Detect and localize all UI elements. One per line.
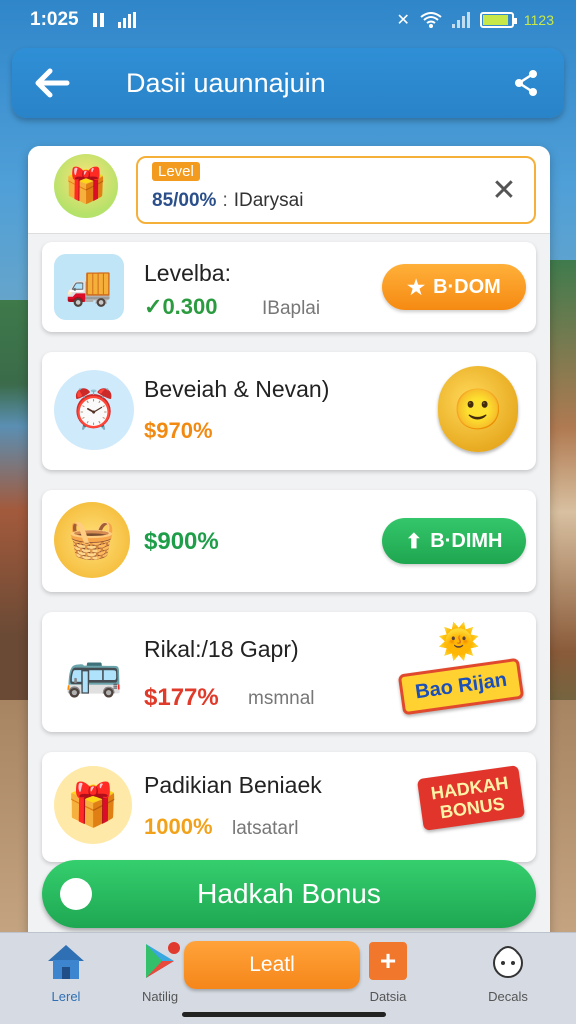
nav-item-decals[interactable]: Decals: [460, 939, 556, 1009]
level-value: 85/00%: [152, 190, 217, 211]
cell-signal-icon: [451, 12, 470, 28]
card-title: Padikian Beniaek: [144, 772, 322, 798]
alarm-clock-icon: ⏰: [54, 370, 134, 450]
center-action-button[interactable]: Leatl: [184, 941, 360, 989]
status-bar: 1:025 ✕ 1123: [0, 0, 576, 40]
nav-item-data[interactable]: + Datsia: [340, 939, 436, 1009]
card-subtext: latsatarl: [232, 818, 299, 839]
claim-button[interactable]: ★ B·DOM: [382, 264, 526, 310]
plus-icon: +: [369, 942, 407, 980]
card-value: $177%: [144, 684, 219, 711]
card-value: $970%: [144, 418, 213, 443]
basket-icon: 🧺: [54, 502, 130, 578]
bonus-banner: HADKAH BONUS: [416, 765, 526, 831]
reward-card-1: 🚚 Levelba: ✓0.300 IBaplai ★ B·DOM: [42, 242, 536, 332]
chef-icon: [493, 946, 523, 978]
card-value-text: 0.300: [162, 294, 218, 319]
toy-truck-icon: 🚌: [65, 645, 123, 698]
bonus-button-label: Hadkah Bonus: [197, 878, 381, 909]
bonus-button[interactable]: Hadkah Bonus: [42, 860, 536, 928]
card-title: Levelba:: [144, 260, 231, 286]
app-bar: Dasii uaunnajuin: [12, 48, 564, 118]
bottom-navigation: Lerel Natilig Leatl + Datsia Decals: [0, 932, 576, 1024]
upgrade-button-label: B·DIMH: [430, 529, 503, 552]
reward-card-2: ⏰ Beveiah & Nevan) $970% 🙂: [42, 352, 536, 470]
level-separator: :: [222, 190, 228, 211]
reward-card-5: 🎁 Padikian Beniaek 1000% latsatarl HADKA…: [42, 752, 536, 862]
nav-label: Decals: [488, 989, 528, 1004]
gift-box-icon: 🎁: [54, 766, 132, 844]
notification-icon: [92, 13, 104, 27]
gift-character-icon: 🎁: [64, 167, 108, 205]
nav-label: Datsia: [369, 989, 407, 1004]
wifi-icon: [420, 12, 442, 28]
level-value-row: 85/00%: IDarysai: [152, 190, 303, 212]
nav-label: Lerel: [51, 989, 81, 1004]
claim-button-label: B·DOM: [433, 275, 501, 298]
close-button[interactable]: ✕: [488, 173, 520, 207]
level-header: 🎁 Level 85/00%: IDarysai ✕: [28, 146, 550, 234]
home-indicator: [182, 1012, 386, 1017]
upgrade-button[interactable]: ⬆ B·DIMH: [382, 518, 526, 564]
card-value: 1000%: [144, 814, 213, 839]
share-icon: [515, 70, 537, 96]
card-value: ✓0.300: [144, 294, 218, 320]
status-time: 1:025: [30, 9, 79, 30]
signal-icon: [117, 12, 136, 28]
arrow-up-icon: ⬆: [405, 530, 423, 553]
nav-label: Natilig: [141, 989, 179, 1004]
level-progress-box: Level 85/00%: IDarysai ✕: [136, 156, 536, 224]
reward-card-3: 🧺 $900% ⬆ B·DIMH: [42, 490, 536, 592]
level-avatar: 🎁: [54, 154, 118, 218]
card-title: Rikal:/18 Gapr): [144, 636, 299, 662]
back-arrow-icon: [35, 68, 70, 98]
page-title: Dasii uaunnajuin: [126, 67, 326, 98]
back-button[interactable]: [32, 63, 72, 103]
battery-text: 1123: [523, 12, 554, 28]
promo-banner: Bao Rijan: [397, 657, 525, 716]
sun-blocks-icon: 🌞: [437, 623, 480, 661]
toggle-dot-icon: [60, 878, 92, 910]
card-title: Beveiah & Nevan): [144, 376, 330, 402]
close-icon: ✕: [491, 173, 517, 207]
home-icon: [48, 945, 84, 979]
share-button[interactable]: [508, 65, 544, 101]
mute-icon: ✕: [396, 12, 410, 29]
truck-icon: 🚚: [54, 254, 124, 320]
coin-character-icon: 🙂: [438, 366, 518, 452]
card-value: $900%: [144, 528, 219, 555]
card-subtext: IBaplai: [262, 298, 321, 319]
check-icon: ✓: [144, 294, 163, 319]
card-subtext: msmnal: [248, 688, 315, 709]
star-icon: ★: [407, 276, 426, 299]
play-store-icon: [146, 942, 180, 978]
nav-item-level[interactable]: Lerel: [18, 939, 114, 1009]
reward-card-4: 🚌 Rikal:/18 Gapr) $177% msmnal Bao Rijan…: [42, 612, 536, 732]
center-action-label: Leatl: [249, 953, 295, 976]
rewards-panel: 🎁 Level 85/00%: IDarysai ✕ 🚚 Levelba: ✓0.…: [28, 146, 550, 946]
level-description: IDarysai: [233, 190, 304, 211]
level-tag: Level: [152, 162, 200, 181]
battery-icon: [479, 12, 517, 28]
